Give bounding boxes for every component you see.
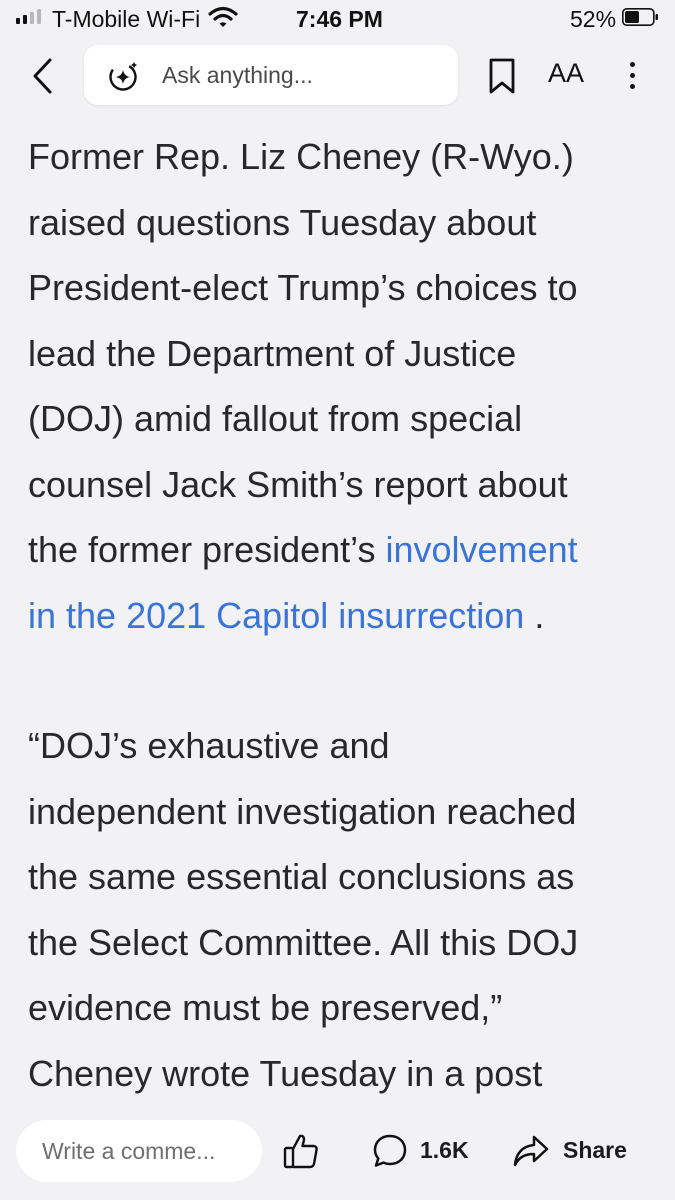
article-toolbar: Ask anything... AA (0, 38, 675, 114)
ask-anything-input[interactable]: Ask anything... (84, 45, 458, 105)
share-button[interactable]: Share (563, 1137, 627, 1164)
article-line: evidence must be preserved,” (28, 987, 503, 1028)
article-paragraph: Former Rep. Liz Cheney (R-Wyo.) raised q… (28, 124, 653, 648)
more-vertical-icon[interactable] (626, 58, 638, 94)
carrier-label: T-Mobile Wi-Fi (52, 6, 201, 32)
back-chevron-icon[interactable] (28, 56, 58, 96)
bottom-action-bar: Write a comme... 1.6K Share (0, 1100, 675, 1200)
sparkle-icon (109, 61, 138, 91)
bookmark-icon[interactable] (488, 58, 516, 94)
status-bar: T-Mobile Wi-Fi 7:46 PM 52% (0, 0, 675, 38)
text-size-button[interactable]: AA (548, 58, 584, 89)
comment-count[interactable]: 1.6K (420, 1137, 469, 1164)
comment-input[interactable]: Write a comme... (16, 1120, 262, 1182)
article-line: raised questions Tuesday about (28, 201, 537, 243)
status-time: 7:46 PM (296, 6, 383, 32)
ask-placeholder: Ask anything... (162, 62, 313, 88)
article-body: Former Rep. Liz Cheney (R-Wyo.) raised q… (28, 124, 653, 1106)
article-line: (DOJ) amid fallout from special (28, 398, 523, 439)
article-line: the same essential conclusions as (28, 856, 575, 897)
comment-placeholder: Write a comme... (42, 1138, 216, 1164)
wifi-icon (208, 6, 238, 27)
cellular-signal-icon (16, 8, 41, 24)
article-line: the former president’s (28, 529, 386, 570)
article-line: lead the Department of Justice (28, 332, 517, 374)
article-paragraph: “DOJ’s exhaustive and independent invest… (28, 713, 653, 1106)
article-punctuation: . (524, 594, 545, 636)
article-line: independent investigation reached (28, 790, 577, 832)
article-line: President-elect Trump’s choices to (28, 267, 578, 308)
article-line: Former Rep. Liz Cheney (R-Wyo.) (28, 136, 574, 177)
link-line[interactable]: in the 2021 Capitol insurrection (28, 595, 524, 636)
comment-bubble-icon[interactable] (372, 1133, 408, 1169)
article-line: counsel Jack Smith’s report about (28, 463, 568, 505)
battery-percent: 52% (570, 6, 617, 32)
article-line: “DOJ’s exhaustive and (28, 725, 390, 766)
article-line: Cheney wrote Tuesday in a post (28, 1052, 543, 1094)
thumbs-up-icon[interactable] (282, 1132, 320, 1170)
share-arrow-icon[interactable] (512, 1133, 550, 1169)
battery-icon (622, 8, 658, 26)
article-line: the Select Committee. All this DOJ (28, 921, 579, 963)
link-line[interactable]: involvement (386, 529, 578, 570)
